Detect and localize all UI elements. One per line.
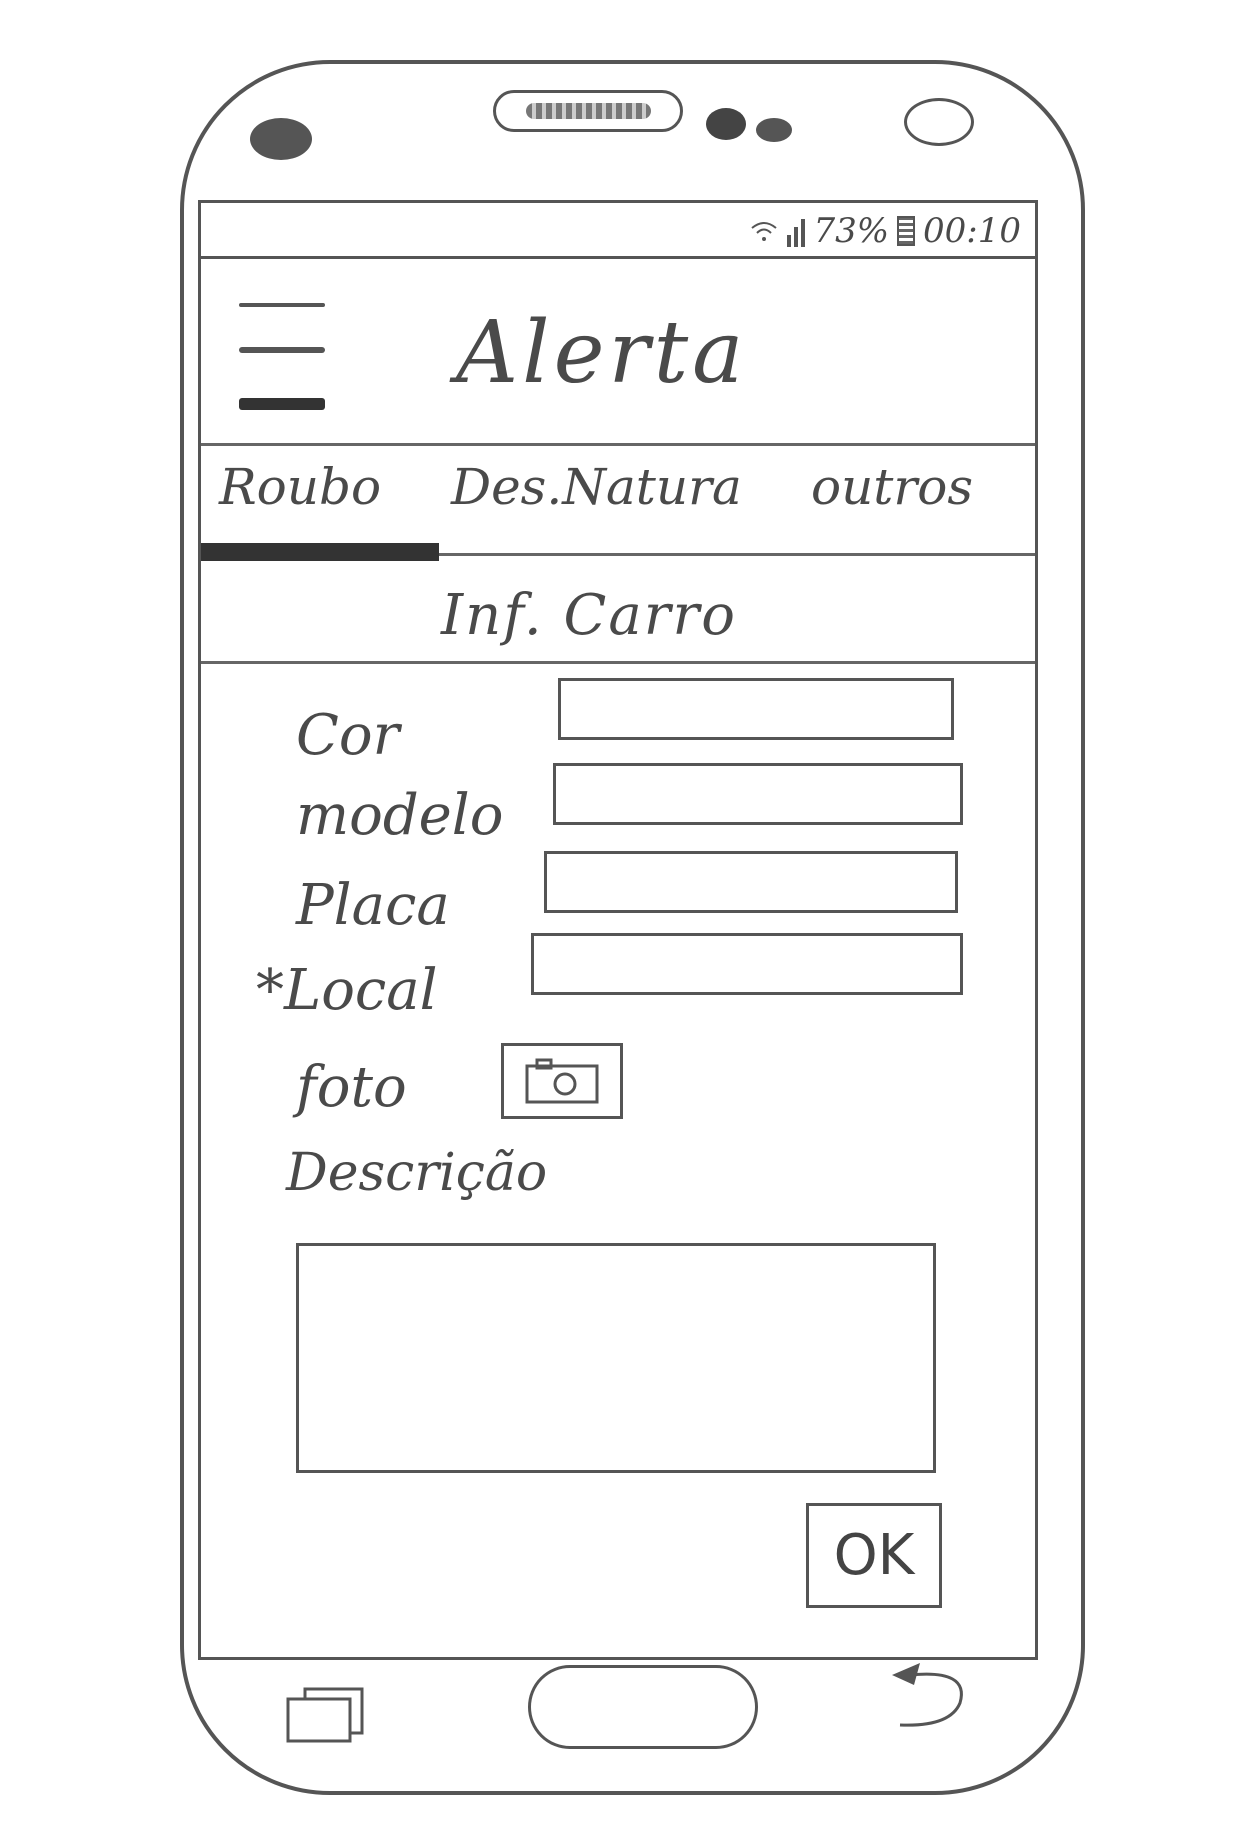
divider — [201, 443, 1035, 446]
screen: 73% 00:10 Alerta Roubo Des.Natura outros… — [198, 200, 1038, 1660]
recent-apps-icon[interactable] — [285, 1685, 365, 1745]
divider — [201, 661, 1035, 664]
modelo-label: modelo — [296, 783, 504, 848]
battery-icon — [897, 216, 916, 246]
clock: 00:10 — [923, 211, 1021, 251]
modelo-field[interactable] — [553, 763, 963, 825]
foto-label: foto — [296, 1055, 407, 1120]
sensor-dot — [756, 118, 792, 142]
wifi-icon — [751, 222, 778, 241]
signal-icon — [787, 215, 806, 247]
placa-field[interactable] — [544, 851, 958, 913]
tab-selected-indicator — [201, 543, 439, 561]
camera-icon — [525, 1058, 599, 1104]
cor-field[interactable] — [558, 678, 954, 740]
hamburger-icon[interactable] — [239, 303, 329, 413]
proximity-sensor — [904, 98, 974, 146]
tab-outros[interactable]: outros — [811, 458, 973, 516]
page-title: Alerta — [456, 303, 748, 403]
placa-label: Placa — [296, 873, 450, 938]
sensor-dot — [706, 108, 746, 140]
battery-percent: 73% — [813, 211, 890, 251]
cor-label: Cor — [296, 703, 400, 768]
back-icon[interactable] — [880, 1655, 970, 1735]
front-camera — [250, 118, 312, 160]
speaker-grille — [493, 90, 683, 132]
section-title: Inf. Carro — [441, 583, 738, 648]
tab-bar: Roubo Des.Natura outros — [201, 458, 1035, 528]
descricao-label: Descrição — [286, 1143, 548, 1203]
tab-des-natura[interactable]: Des.Natura — [451, 458, 742, 516]
local-label: *Local — [256, 958, 438, 1023]
descricao-textarea[interactable] — [296, 1243, 936, 1473]
status-bar: 73% 00:10 — [201, 203, 1035, 259]
photo-button[interactable] — [501, 1043, 623, 1119]
home-button[interactable] — [528, 1665, 758, 1749]
local-field[interactable] — [531, 933, 963, 995]
ok-button[interactable]: OK — [806, 1503, 942, 1608]
divider — [439, 553, 1035, 556]
tab-roubo[interactable]: Roubo — [219, 458, 381, 516]
